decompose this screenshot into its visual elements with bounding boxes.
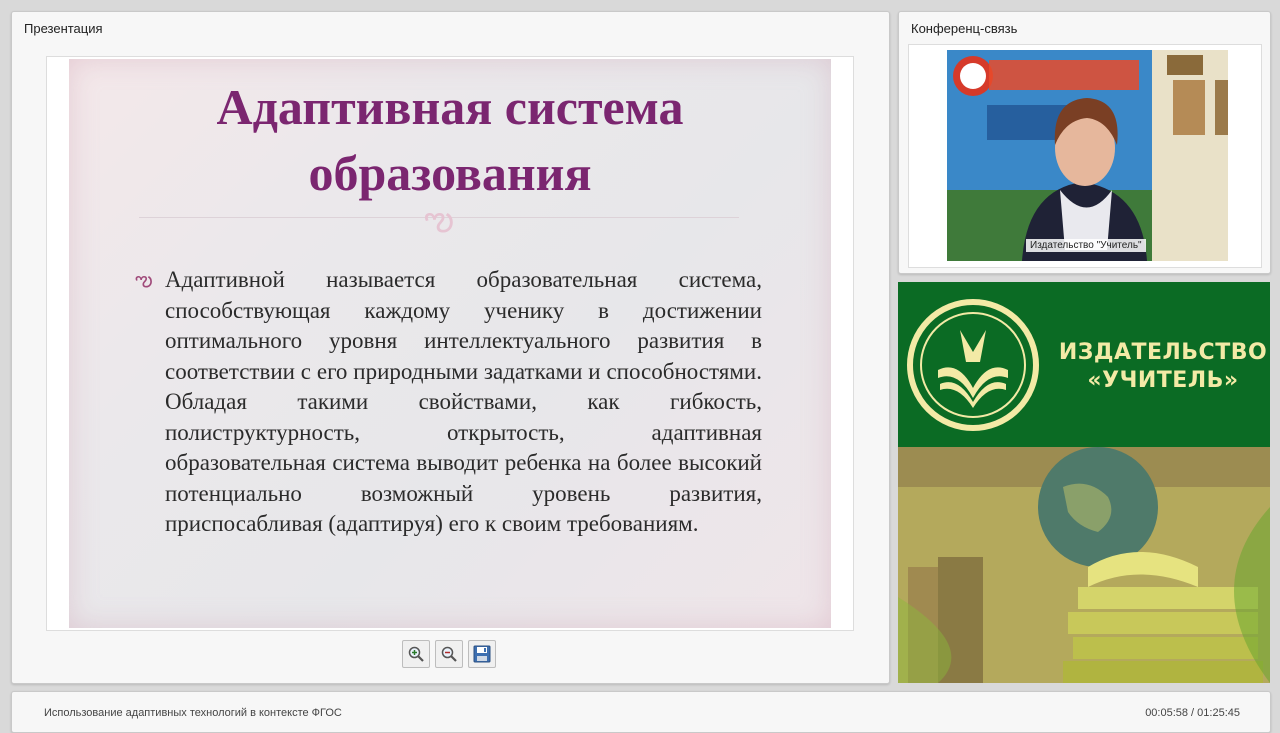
slide-frame: Адаптивная система образования ఌ ఌ Адапт… [46,56,854,631]
bullet-icon: ఌ [135,267,153,291]
publisher-name: ИЗДАТЕЛЬСТВО «УЧИТЕЛЬ» [1058,339,1268,395]
playback-time: 00:05:58 / 01:25:45 [1145,707,1240,719]
speaker-video-image [947,50,1228,261]
floppy-disk-icon [473,645,491,663]
publisher-name-line-1: ИЗДАТЕЛЬСТВО [1058,340,1268,365]
slide-body-text: Адаптивной называется образовательная си… [165,267,762,536]
slide-title-line-1: Адаптивная система [216,79,684,135]
publisher-banner: ИЗДАТЕЛЬСТВО «УЧИТЕЛЬ» [898,282,1270,683]
conference-panel: Конференц-связь Издательство "Учитель" [898,11,1271,274]
conference-panel-title: Конференц-связь [911,21,1018,36]
publisher-name-line-2: «УЧИТЕЛЬ» [1087,368,1239,393]
ornament-icon: ఌ [424,199,454,239]
publisher-logo-area: ИЗДАТЕЛЬСТВО «УЧИТЕЛЬ» [898,282,1270,447]
video-feed[interactable]: Издательство "Учитель" [947,50,1228,261]
video-frame: Издательство "Учитель" [908,44,1262,268]
zoom-out-icon [441,646,457,662]
books-globe-illustration [898,447,1270,683]
video-participant-label: Издательство "Учитель" [1026,239,1146,252]
slide: Адаптивная система образования ఌ ఌ Адапт… [69,59,831,628]
zoom-in-icon [408,646,424,662]
save-button[interactable] [468,640,496,668]
course-title: Использование адаптивных технологий в ко… [44,707,342,719]
zoom-in-button[interactable] [402,640,430,668]
presentation-panel-title: Презентация [24,21,103,36]
publisher-logo-icon [907,299,1039,431]
bottom-info-bar: Использование адаптивных технологий в ко… [11,691,1271,733]
slide-title-line-2: образования [308,145,592,201]
books-globe-image [898,447,1270,683]
presentation-panel: Презентация Адаптивная система образован… [11,11,890,684]
zoom-out-button[interactable] [435,640,463,668]
